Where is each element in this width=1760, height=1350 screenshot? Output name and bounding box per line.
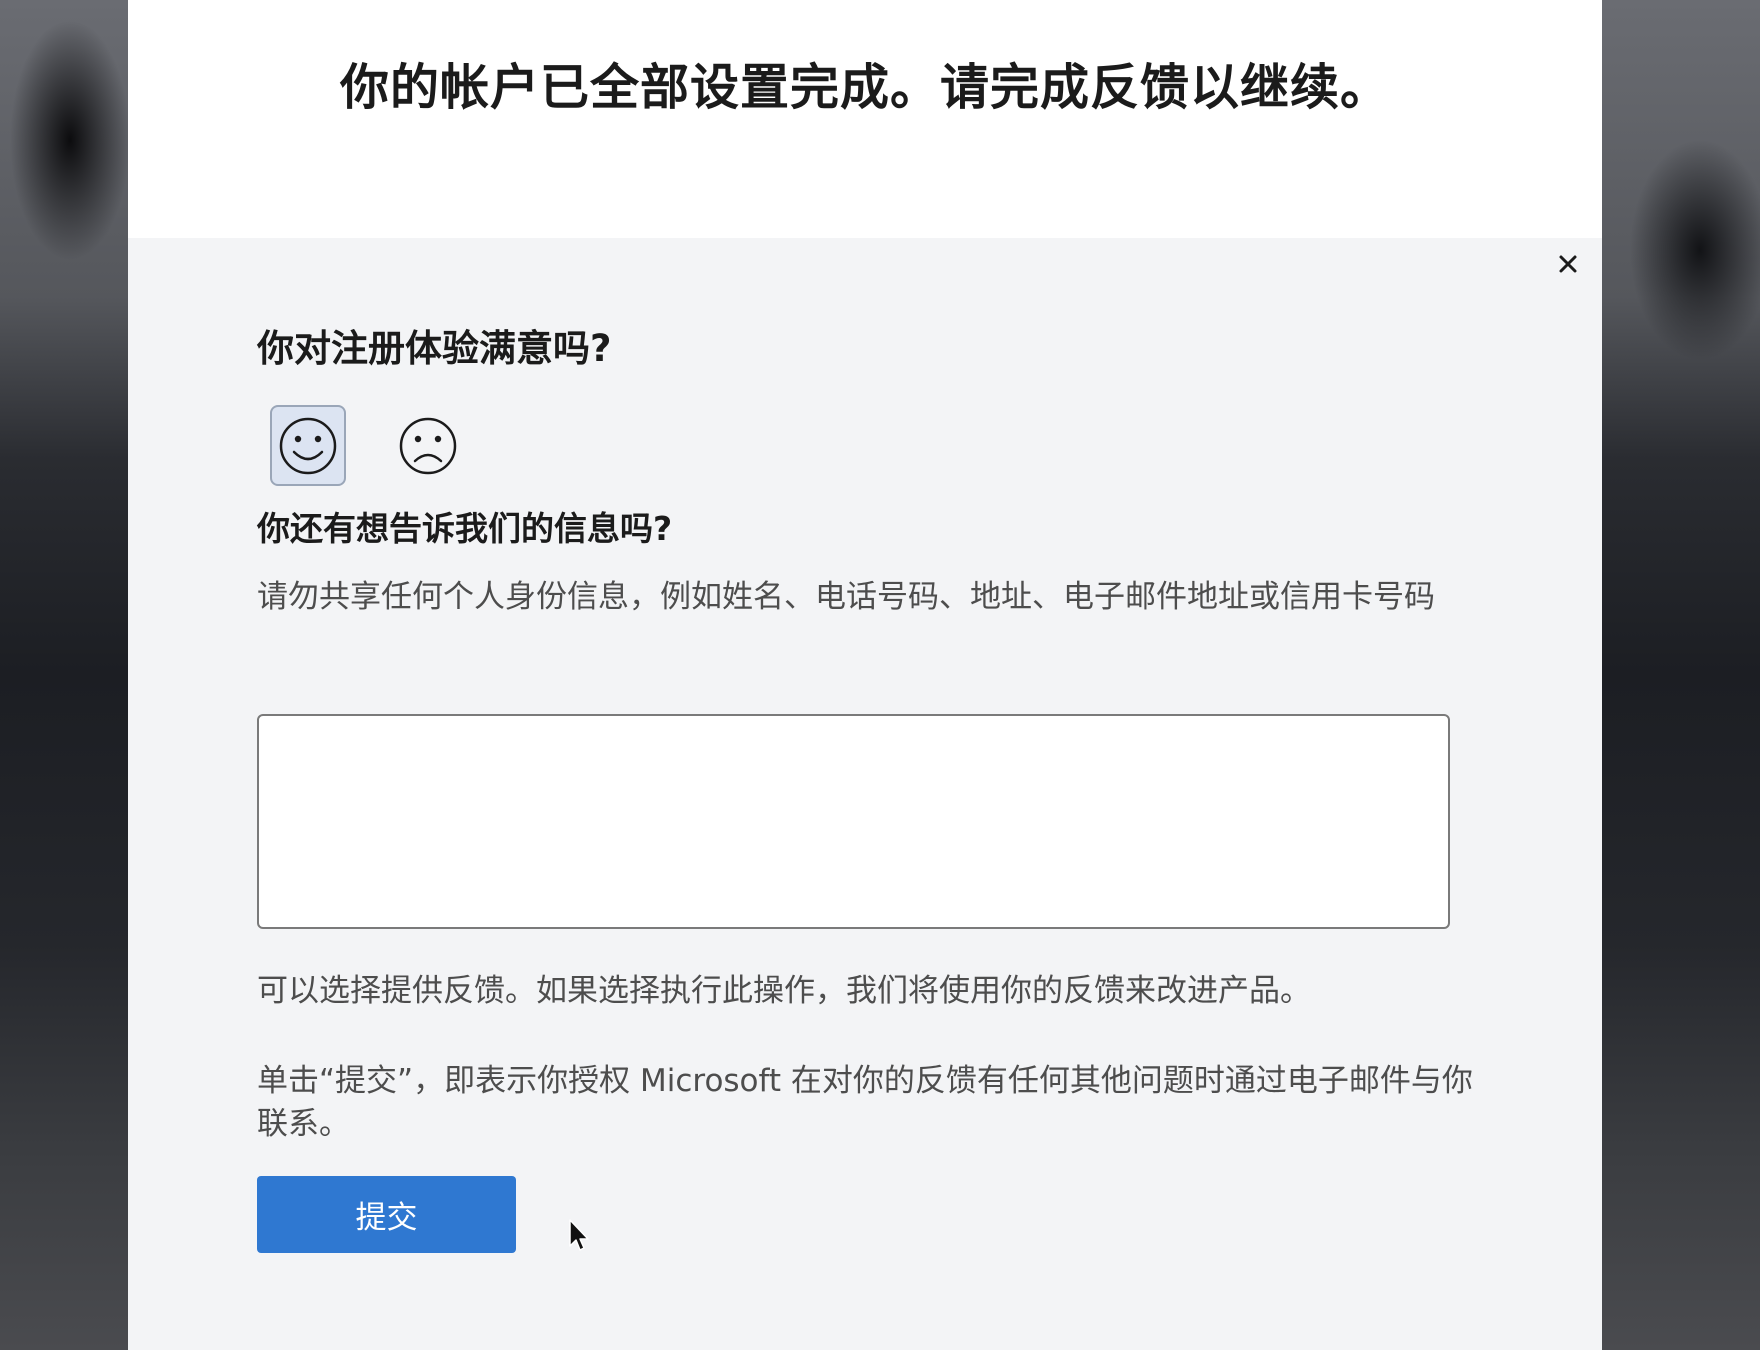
submit-button[interactable]: 提交: [257, 1176, 516, 1253]
close-button[interactable]: [1554, 250, 1582, 278]
optional-feedback-note: 可以选择提供反馈。如果选择执行此操作，我们将使用你的反馈来改进产品。: [257, 973, 1311, 1009]
feedback-dialog: 你的帐户已全部设置完成。请完成反馈以继续。: [128, 0, 1602, 1350]
rating-happy-button[interactable]: [270, 405, 346, 486]
page-title: 你的帐户已全部设置完成。请完成反馈以继续。: [339, 59, 1390, 116]
privacy-note: 请勿共享任何个人身份信息，例如姓名、电话号码、地址、电子邮件地址或信用卡号码: [257, 579, 1435, 615]
close-icon: [1559, 255, 1577, 273]
frowning-face-icon: [399, 417, 457, 474]
feedback-textarea[interactable]: [257, 714, 1450, 929]
smiley-face-icon: [279, 417, 337, 474]
more-info-question: 你还有想告诉我们的信息吗?: [257, 509, 673, 548]
rating-sad-button[interactable]: [390, 405, 466, 486]
satisfaction-question: 你对注册体验满意吗?: [257, 327, 612, 370]
mouse-pointer-icon: [569, 1219, 589, 1251]
dialog-header: 你的帐户已全部设置完成。请完成反馈以继续。: [128, 0, 1602, 238]
contact-consent-note: 单击“提交”，即表示你授权 Microsoft 在对你的反馈有任何其他问题时通过…: [257, 1063, 1473, 1142]
